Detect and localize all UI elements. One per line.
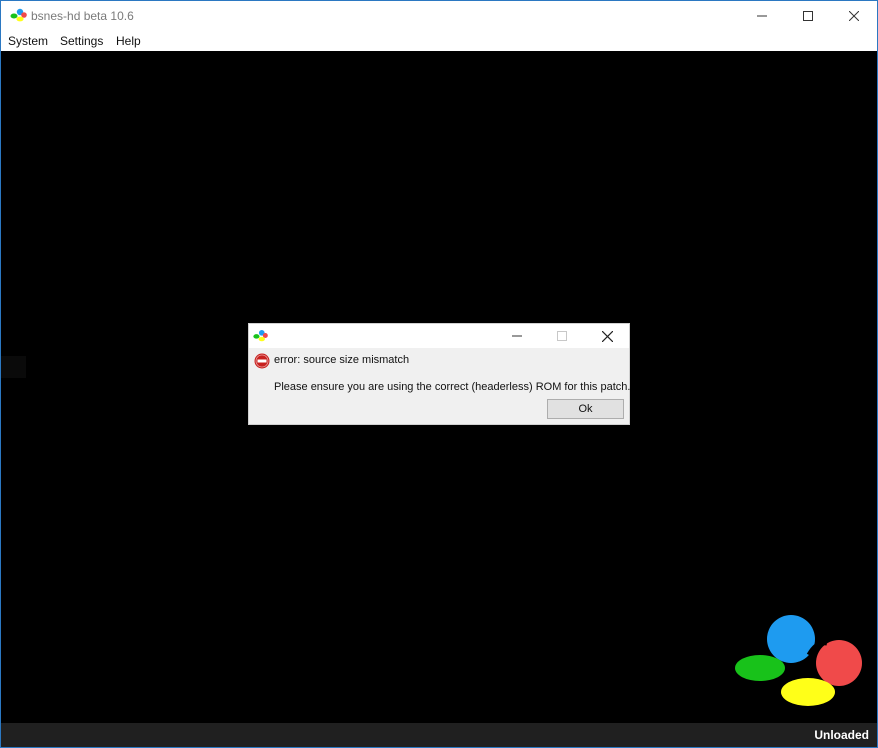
menu-settings[interactable]: Settings bbox=[60, 34, 103, 48]
dialog-maximize-button[interactable] bbox=[539, 324, 585, 348]
minimize-icon bbox=[512, 335, 522, 337]
error-title: error: source size mismatch bbox=[274, 354, 410, 366]
menu-system[interactable]: System bbox=[8, 34, 48, 48]
status-text: Unloaded bbox=[814, 728, 869, 742]
maximize-button[interactable] bbox=[785, 1, 831, 31]
status-bar: Unloaded bbox=[1, 723, 877, 747]
close-icon bbox=[601, 330, 613, 342]
snes-logo-icon bbox=[253, 329, 268, 342]
maximize-icon bbox=[803, 11, 813, 21]
menu-bar: System Settings Help bbox=[1, 31, 877, 51]
maximize-icon bbox=[557, 331, 567, 341]
error-icon bbox=[254, 353, 270, 369]
ok-button[interactable]: Ok bbox=[547, 399, 624, 419]
snes-logo-icon bbox=[735, 615, 862, 706]
close-icon bbox=[849, 11, 859, 21]
snes-logo-icon bbox=[10, 8, 27, 22]
title-bar[interactable]: bsnes-hd beta 10.6 bbox=[1, 1, 877, 31]
viewport-edge-mark bbox=[1, 356, 26, 378]
error-message: Please ensure you are using the correct … bbox=[274, 381, 631, 393]
window-title: bsnes-hd beta 10.6 bbox=[31, 9, 134, 23]
dialog-close-button[interactable] bbox=[584, 324, 630, 348]
error-dialog: error: source size mismatch Please ensur… bbox=[248, 323, 630, 425]
minimize-icon bbox=[757, 15, 767, 17]
close-button[interactable] bbox=[831, 1, 877, 31]
menu-help[interactable]: Help bbox=[116, 34, 141, 48]
minimize-button[interactable] bbox=[739, 1, 785, 31]
dialog-title-bar[interactable] bbox=[249, 324, 629, 348]
dialog-minimize-button[interactable] bbox=[494, 324, 540, 348]
